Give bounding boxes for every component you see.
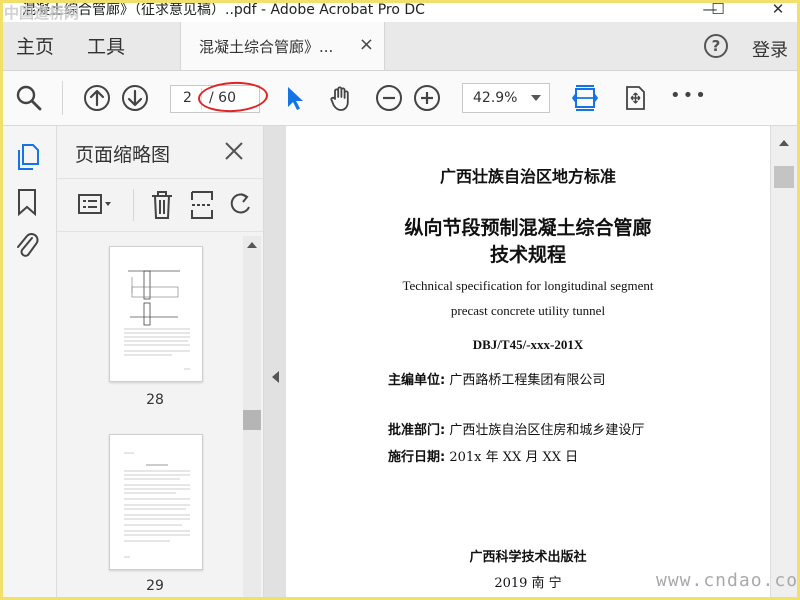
pane-splitter[interactable] <box>264 126 286 600</box>
english-title-line2: precast concrete utility tunnel <box>450 303 606 318</box>
editor-line: 主编单位: 广西路桥工程集团有限公司 <box>388 369 605 388</box>
document-tab-label: 混凝土综合管廊》... <box>199 38 334 56</box>
editor-label: 主编单位: <box>388 373 446 388</box>
document-page <box>286 126 770 600</box>
standard-code: DBJ/T45/-xxx-201X <box>472 337 584 352</box>
toolbar-divider <box>62 81 63 115</box>
collapse-pane-icon[interactable] <box>272 371 279 383</box>
next-page-icon[interactable] <box>120 83 150 113</box>
approver-label: 批准部门: <box>388 423 446 438</box>
approver-line: 批准部门: 广西壮族自治区住房和城乡建设厅 <box>388 419 644 438</box>
page-thumbnails-icon[interactable] <box>14 142 42 172</box>
tools-divider <box>133 189 134 221</box>
maximize-button[interactable]: ☐ <box>698 0 738 22</box>
hand-tool-icon[interactable] <box>326 83 356 113</box>
zoom-select[interactable]: 42.9% <box>462 83 550 113</box>
page-number-input[interactable]: 2 <box>183 90 192 106</box>
publisher: 广西科学技术出版社 <box>469 550 587 565</box>
close-tab-icon[interactable]: × <box>359 34 374 55</box>
watermark-bottom-right: www.cndao.com <box>656 570 800 591</box>
zoom-out-icon[interactable] <box>374 83 404 113</box>
date-label: 施行日期: <box>388 450 446 465</box>
thumbnail-scrollbar[interactable] <box>243 236 261 600</box>
watermark-top-left: 中国道桥网 <box>4 4 80 22</box>
help-icon[interactable]: ? <box>704 34 728 58</box>
pane-title: 页面缩略图 <box>75 144 171 166</box>
date-line: 施行日期: 201x 年 XX 月 XX 日 <box>388 446 578 465</box>
more-tools-button[interactable]: ••• <box>670 85 708 106</box>
close-window-button[interactable]: ✕ <box>758 0 798 22</box>
login-button[interactable]: 登录 <box>752 36 788 62</box>
scrollbar-thumb[interactable] <box>774 166 794 188</box>
editor-value: 广西路桥工程集团有限公司 <box>449 373 606 388</box>
document-scrollbar[interactable] <box>770 126 798 600</box>
document-tab[interactable]: 混凝土综合管廊》... × <box>180 22 385 70</box>
fit-page-icon[interactable] <box>570 83 600 113</box>
tab-row: 主页 工具 <box>0 22 800 71</box>
thumbnail-page-29-preview <box>124 452 190 558</box>
zoom-in-icon[interactable] <box>412 83 442 113</box>
date-value: 201x 年 XX 月 XX 日 <box>449 450 579 465</box>
thumbnail-page-number: 28 <box>146 392 164 408</box>
document-title-line2: 技术规程 <box>489 244 566 266</box>
approver-value: 广西壮族自治区住房和城乡建设厅 <box>449 423 645 438</box>
scroll-up-icon[interactable] <box>779 140 789 146</box>
thumbnail-tools <box>57 178 263 232</box>
extract-page-icon[interactable] <box>189 189 215 221</box>
tab-home[interactable]: 主页 <box>16 32 54 59</box>
zoom-value: 42.9% <box>473 90 518 106</box>
thumbnail-page-number: 29 <box>146 578 164 594</box>
thumbnail-page-28-preview <box>124 270 190 370</box>
thumbnail-page-28[interactable] <box>109 246 203 382</box>
window-title: 混凝土综合管廊》（征求意见稿）..pdf - Adobe Acrobat Pro… <box>22 2 425 18</box>
attachment-icon[interactable] <box>14 230 40 260</box>
english-title: Technical specification for longitudinal… <box>402 278 654 293</box>
thumbnail-options-icon[interactable] <box>77 191 115 219</box>
document-title: 纵向节段预制混凝土综合管廊 <box>404 217 652 239</box>
chevron-down-icon <box>531 95 541 101</box>
select-pointer-icon[interactable] <box>280 83 310 113</box>
search-icon[interactable] <box>14 83 44 113</box>
delete-page-icon[interactable] <box>149 189 175 221</box>
navigation-rail <box>0 126 57 600</box>
thumbnail-page-29[interactable] <box>109 434 203 570</box>
toolbar: ••• <box>0 71 800 126</box>
close-pane-icon[interactable] <box>223 140 245 162</box>
title-bar: 混凝土综合管廊》（征求意见稿）..pdf - Adobe Acrobat Pro… <box>0 0 800 22</box>
previous-page-icon[interactable] <box>82 83 112 113</box>
bookmark-icon[interactable] <box>16 188 38 216</box>
thumbnails-pane: 页面缩略图 28 29 <box>57 126 264 600</box>
full-screen-icon[interactable] <box>620 83 650 113</box>
scroll-up-icon[interactable] <box>247 242 257 248</box>
standard-issuer: 广西壮族自治区地方标准 <box>439 167 616 186</box>
tab-tools[interactable]: 工具 <box>87 32 125 59</box>
rotate-page-icon[interactable] <box>229 191 251 219</box>
scrollbar-thumb[interactable] <box>243 410 261 430</box>
